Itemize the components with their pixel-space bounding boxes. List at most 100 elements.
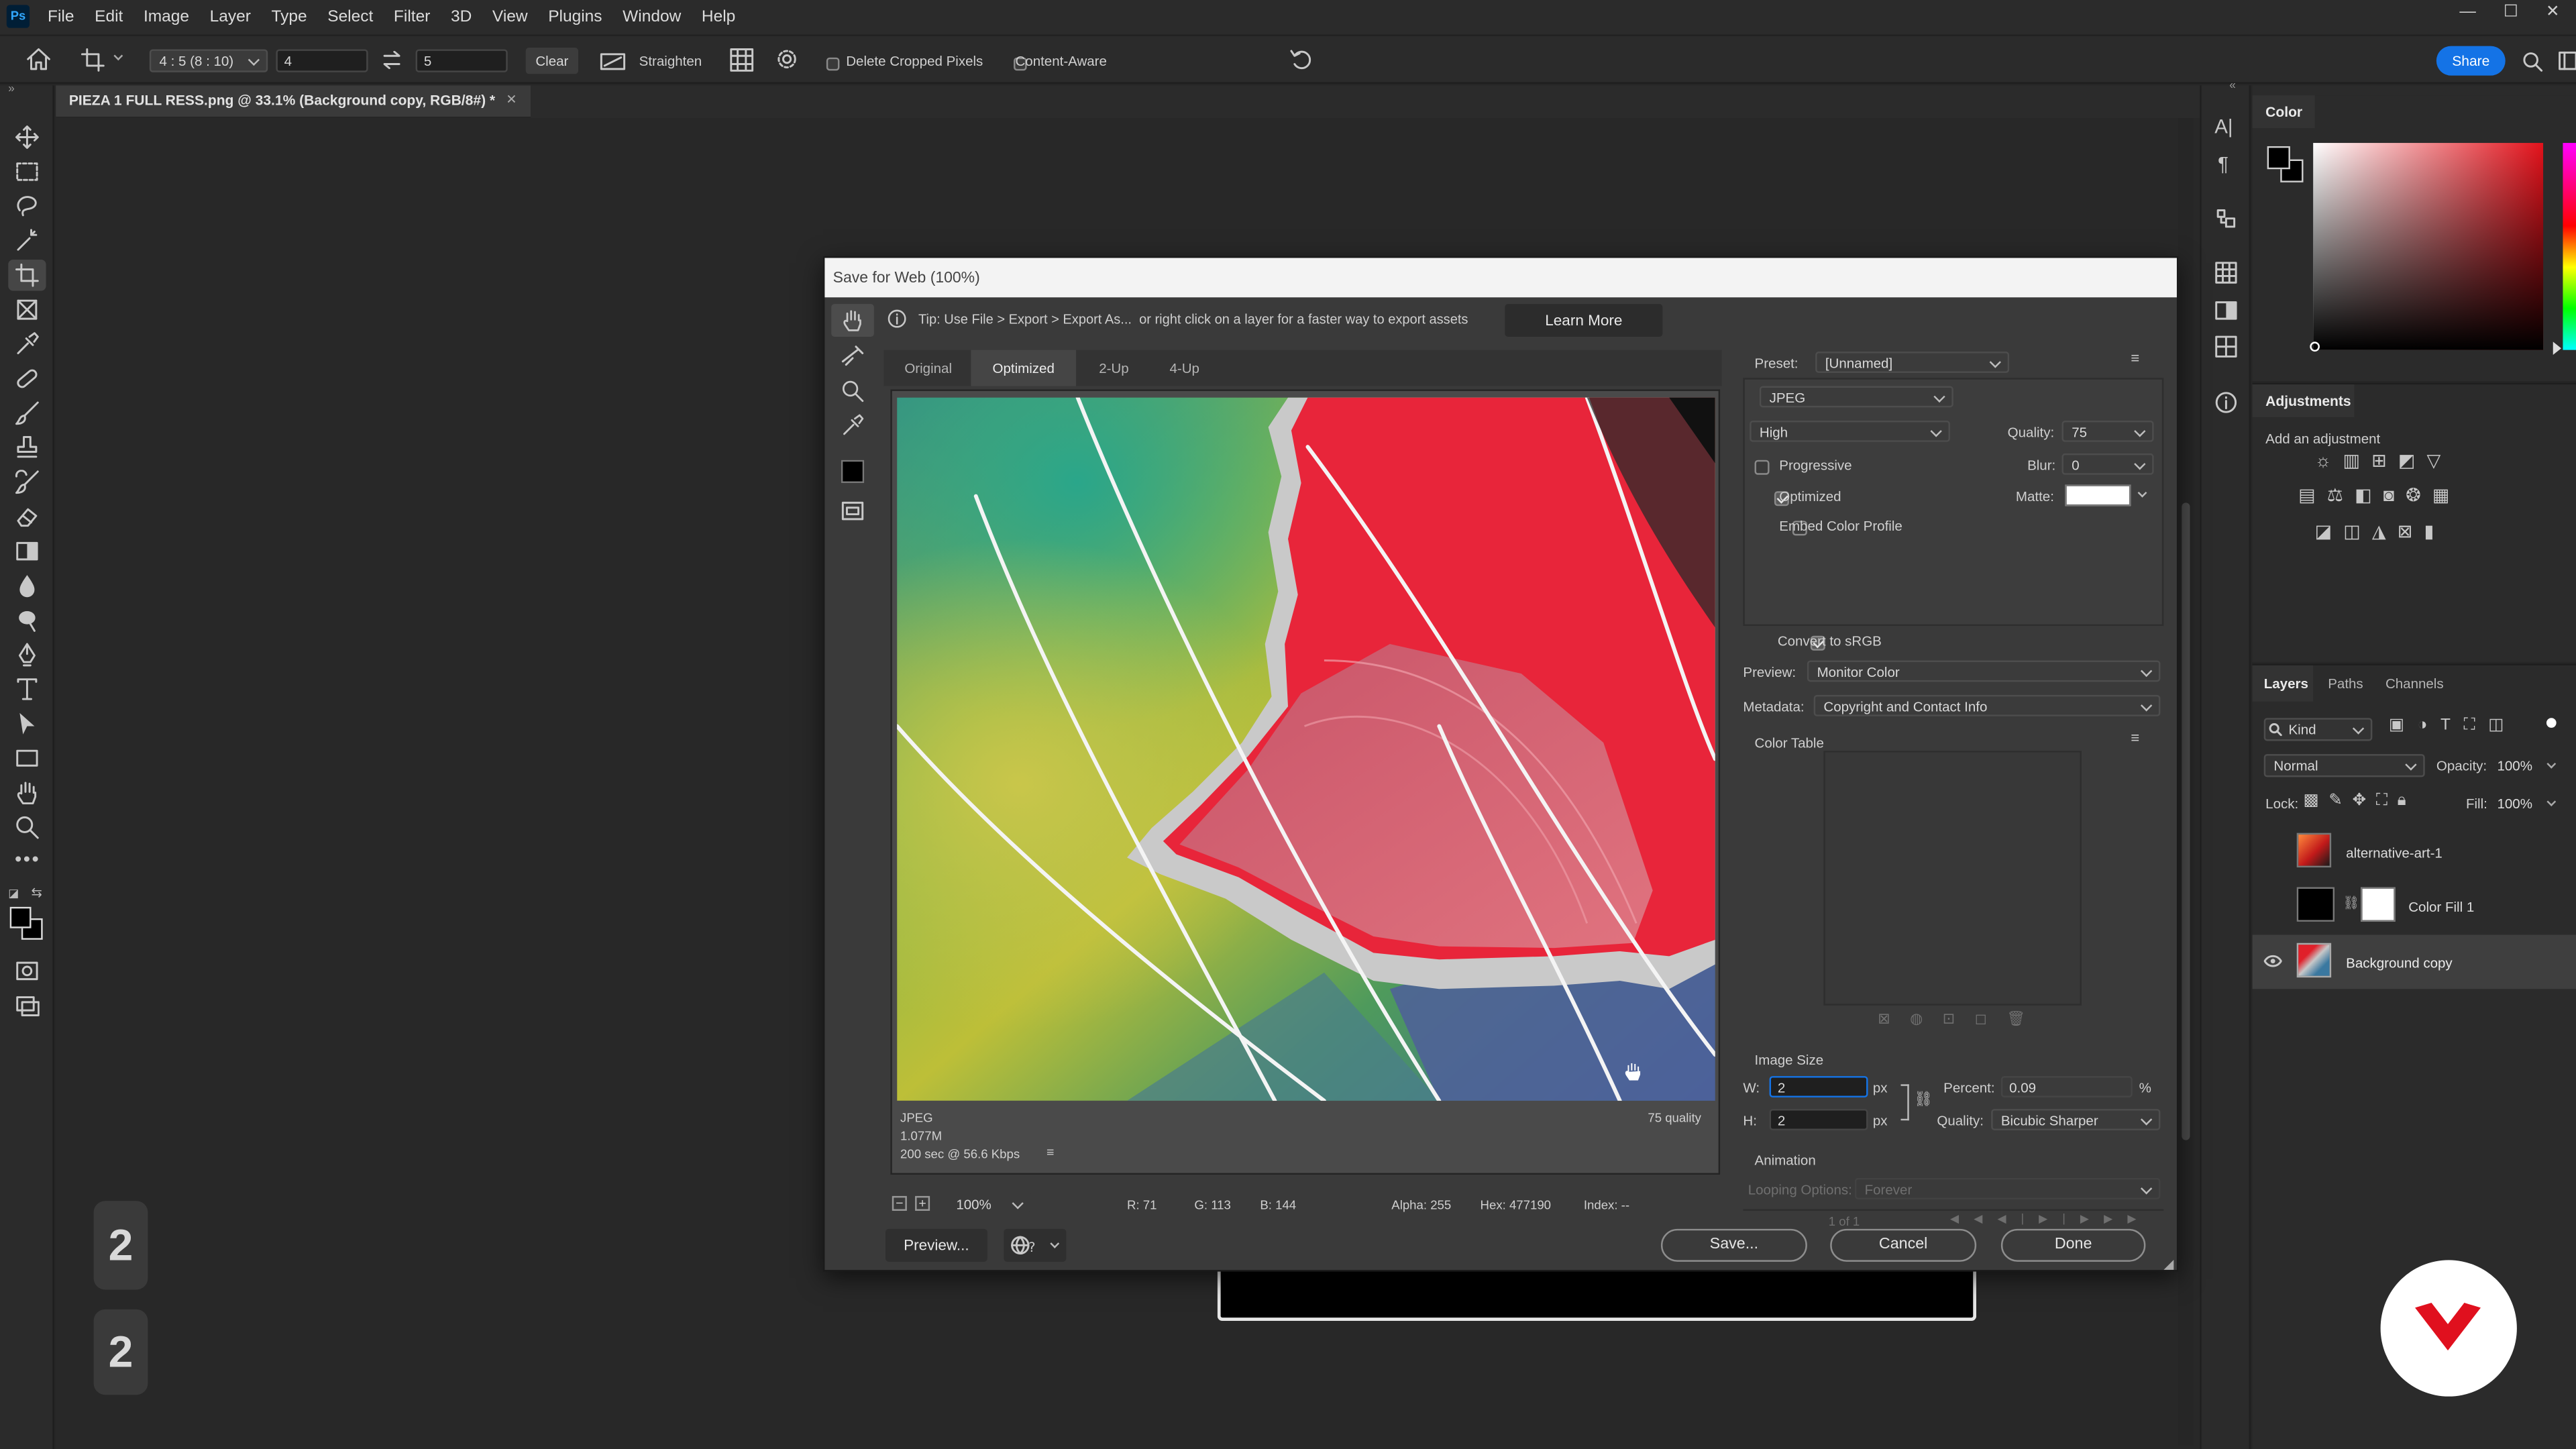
chevron-down-icon[interactable] (2546, 759, 2557, 769)
layer-row[interactable]: alternative-art-1 (2253, 824, 2576, 879)
tab-optimized[interactable]: Optimized (971, 350, 1077, 386)
quality-level-select[interactable]: High (1750, 420, 1950, 442)
more-tools-icon[interactable]: ••• (15, 848, 40, 871)
home-icon[interactable] (26, 48, 51, 70)
clear-button[interactable]: Clear (525, 48, 579, 74)
looping-options-select[interactable]: Forever (1854, 1177, 2161, 1199)
tab-color[interactable]: Color (2252, 95, 2315, 129)
brush-tool-icon[interactable] (15, 401, 40, 426)
scrollbar-thumb[interactable] (2182, 502, 2190, 1140)
gear-icon[interactable] (775, 48, 798, 70)
eyedropper-tool-icon[interactable] (841, 414, 864, 437)
gradient-tool-icon[interactable] (15, 539, 40, 564)
tab-2-up[interactable]: 2-Up (1081, 350, 1146, 386)
blend-mode-select[interactable]: Normal (2263, 754, 2425, 777)
menu-item-select[interactable]: Select (327, 8, 373, 26)
chevron-down-icon[interactable] (113, 51, 123, 61)
menu-item-image[interactable]: Image (144, 8, 189, 26)
history-brush-icon[interactable] (15, 470, 40, 494)
close-tab-icon[interactable]: ✕ (506, 92, 517, 107)
workspace-icon[interactable] (2558, 51, 2576, 70)
stamp-tool-icon[interactable] (15, 435, 40, 460)
lock-position-icon[interactable]: ✥ (2353, 792, 2376, 810)
resize-grip-icon[interactable]: ◢ (2163, 1256, 2174, 1271)
fill-value[interactable]: 100% (2497, 795, 2532, 811)
learn-more-button[interactable]: Learn More (1505, 304, 1663, 337)
hand-tool-icon[interactable] (841, 309, 864, 331)
shape-filter-icon[interactable]: ⛶ (2464, 716, 2489, 735)
rectangle-tool-icon[interactable] (15, 746, 40, 771)
aspect-ratio-select[interactable]: 4 : 5 (8 : 10) (149, 49, 268, 72)
layer-visibility-toggle[interactable] (2265, 899, 2280, 914)
selective-color-icon[interactable]: ⊠ (2398, 523, 2424, 542)
menu-item-file[interactable]: File (48, 8, 74, 26)
menu-item-plugins[interactable]: Plugins (548, 8, 602, 26)
straighten-label[interactable]: Straighten (639, 52, 702, 68)
path-selection-icon[interactable] (15, 711, 40, 736)
color-panel-fg-swatch[interactable] (2267, 146, 2290, 170)
blur-tool-icon[interactable] (15, 574, 40, 598)
tab-original[interactable]: Original (890, 350, 966, 386)
tab-paths[interactable]: Paths (2328, 665, 2363, 702)
crop-tool-icon[interactable] (15, 263, 40, 288)
ps-logo[interactable]: Ps (6, 5, 30, 28)
magic-wand-icon[interactable] (15, 228, 40, 253)
marquee-tool-icon[interactable] (15, 160, 40, 184)
invert-icon[interactable]: ◪ (2315, 523, 2344, 542)
layer-row-selected[interactable]: Background copy (2252, 934, 2576, 989)
map-color-icon[interactable]: ⊠ (1878, 1010, 1910, 1026)
matte-swatch[interactable] (2065, 484, 2131, 506)
collapse-arrows-icon[interactable]: » (8, 84, 15, 95)
zoom-tool-icon[interactable] (15, 815, 40, 840)
menu-item-layer[interactable]: Layer (210, 8, 251, 26)
black-white-icon[interactable]: ◧ (2355, 486, 2383, 506)
quick-mask-icon[interactable] (15, 959, 40, 982)
history-icon[interactable] (2214, 207, 2237, 230)
search-icon[interactable] (2522, 51, 2543, 72)
prev-frame-icon[interactable]: ◀| (1997, 1214, 2039, 1226)
smart-object-filter-icon[interactable]: ◫ (2488, 716, 2517, 735)
character-icon[interactable]: A| (2214, 115, 2233, 138)
play-icon[interactable]: ▶ (2039, 1214, 2062, 1226)
posterize-icon[interactable]: ◫ (2343, 523, 2372, 542)
brightness-icon[interactable]: ☼ (2315, 451, 2343, 471)
eyedropper-tool-icon[interactable] (15, 332, 40, 357)
progressive-checkbox[interactable] (1754, 460, 1770, 476)
width-input[interactable]: 2 (1769, 1076, 1868, 1097)
first-frame-icon[interactable]: ◀◀ (1950, 1214, 1997, 1226)
threshold-icon[interactable]: ◮ (2372, 523, 2398, 542)
opacity-value[interactable]: 100% (2497, 757, 2532, 773)
toggle-slices-icon[interactable] (841, 501, 864, 521)
lock-pixels-icon[interactable]: ✎ (2328, 792, 2352, 810)
tab-adjustments[interactable]: Adjustments (2252, 384, 2355, 418)
cancel-button[interactable]: Cancel (1830, 1228, 1977, 1262)
preview-color-select[interactable]: Monitor Color (1807, 660, 2161, 682)
quality-input[interactable]: 75 (2061, 420, 2154, 442)
height-input[interactable]: 2 (1769, 1109, 1868, 1130)
type-tool-icon[interactable] (15, 677, 40, 702)
hue-saturation-icon[interactable]: ▤ (2298, 486, 2327, 506)
optimize-menu-icon[interactable]: ≡ (2131, 350, 2139, 366)
gradient-map-icon[interactable]: ▮ (2424, 523, 2445, 542)
swap-colors-icon[interactable]: ⇆ (32, 885, 42, 900)
info-icon[interactable] (2214, 391, 2237, 414)
dialog-title-bar[interactable]: Save for Web (100%) (824, 258, 2177, 298)
eyedropper-color-swatch[interactable] (841, 460, 865, 484)
menu-item-view[interactable]: View (492, 8, 528, 26)
zoom-in-button[interactable]: + (915, 1195, 930, 1211)
preview-menu-icon[interactable]: ≡ (1046, 1145, 1054, 1160)
move-tool-icon[interactable] (15, 125, 40, 150)
new-color-icon[interactable]: ◻ (1975, 1010, 2007, 1026)
crop-height-input[interactable]: 5 (415, 49, 508, 72)
vibrance-icon[interactable]: ▽ (2426, 451, 2452, 471)
foreground-color-swatch[interactable] (9, 906, 32, 928)
zoom-tool-icon[interactable] (841, 380, 864, 402)
optimized-preview-image[interactable] (897, 397, 1715, 1101)
eye-icon[interactable] (2263, 955, 2282, 968)
paragraph-icon[interactable]: ¶ (2218, 153, 2229, 176)
tab-channels[interactable]: Channels (2385, 665, 2444, 702)
layer-visibility-toggle[interactable] (2265, 845, 2280, 859)
lock-color-icon[interactable]: ⊡ (1943, 1010, 1975, 1026)
browser-select[interactable]: ? (1004, 1228, 1067, 1262)
next-frame-icon[interactable]: |▶ (2062, 1214, 2104, 1226)
